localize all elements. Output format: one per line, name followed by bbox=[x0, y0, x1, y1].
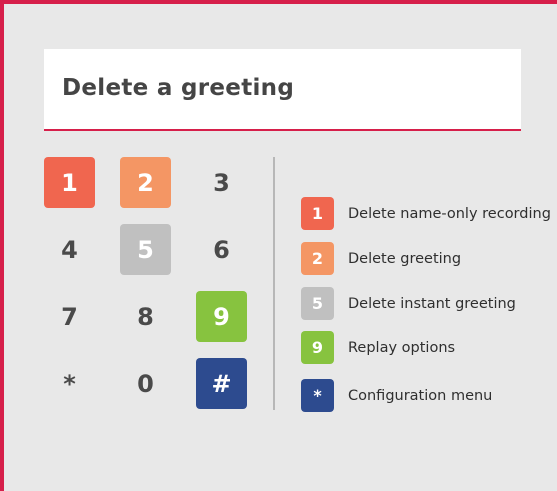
legend-badge: * bbox=[301, 379, 334, 412]
keypad-legend-divider bbox=[273, 157, 275, 410]
legend-label: Delete greeting bbox=[348, 250, 462, 267]
keypad-key-0[interactable]: 0 bbox=[120, 358, 171, 409]
title-card: Delete a greeting bbox=[44, 49, 521, 131]
legend-badge: 5 bbox=[301, 287, 334, 320]
legend-item-2: 2 Delete greeting bbox=[301, 242, 461, 275]
keypad-key-2[interactable]: 2 bbox=[120, 157, 171, 208]
keypad-key-hash[interactable]: # bbox=[196, 358, 247, 409]
keypad-key-8[interactable]: 8 bbox=[120, 291, 171, 342]
keypad-key-7[interactable]: 7 bbox=[44, 291, 95, 342]
legend-badge: 2 bbox=[301, 242, 334, 275]
legend-item-1: 1 Delete name-only recording bbox=[301, 197, 551, 230]
legend-item-9: 9 Replay options bbox=[301, 331, 455, 364]
legend-badge: 1 bbox=[301, 197, 334, 230]
keypad-key-9[interactable]: 9 bbox=[196, 291, 247, 342]
keypad-key-1[interactable]: 1 bbox=[44, 157, 95, 208]
legend-badge: 9 bbox=[301, 331, 334, 364]
legend-item-5: 5 Delete instant greeting bbox=[301, 287, 516, 320]
legend-item-star: * Configuration menu bbox=[301, 379, 492, 412]
legend-label: Delete name-only recording bbox=[348, 205, 551, 222]
keypad-key-4[interactable]: 4 bbox=[44, 224, 95, 275]
keypad-key-star[interactable]: * bbox=[44, 358, 95, 409]
page-title: Delete a greeting bbox=[62, 75, 295, 101]
legend-label: Configuration menu bbox=[348, 387, 493, 404]
keypad-key-3[interactable]: 3 bbox=[196, 157, 247, 208]
legend-label: Delete instant greeting bbox=[348, 295, 516, 312]
legend-label: Replay options bbox=[348, 339, 456, 356]
keypad-key-5[interactable]: 5 bbox=[120, 224, 171, 275]
keypad-key-6[interactable]: 6 bbox=[196, 224, 247, 275]
app-frame: Delete a greeting 1 2 3 4 5 6 7 8 9 * 0 … bbox=[0, 0, 557, 491]
